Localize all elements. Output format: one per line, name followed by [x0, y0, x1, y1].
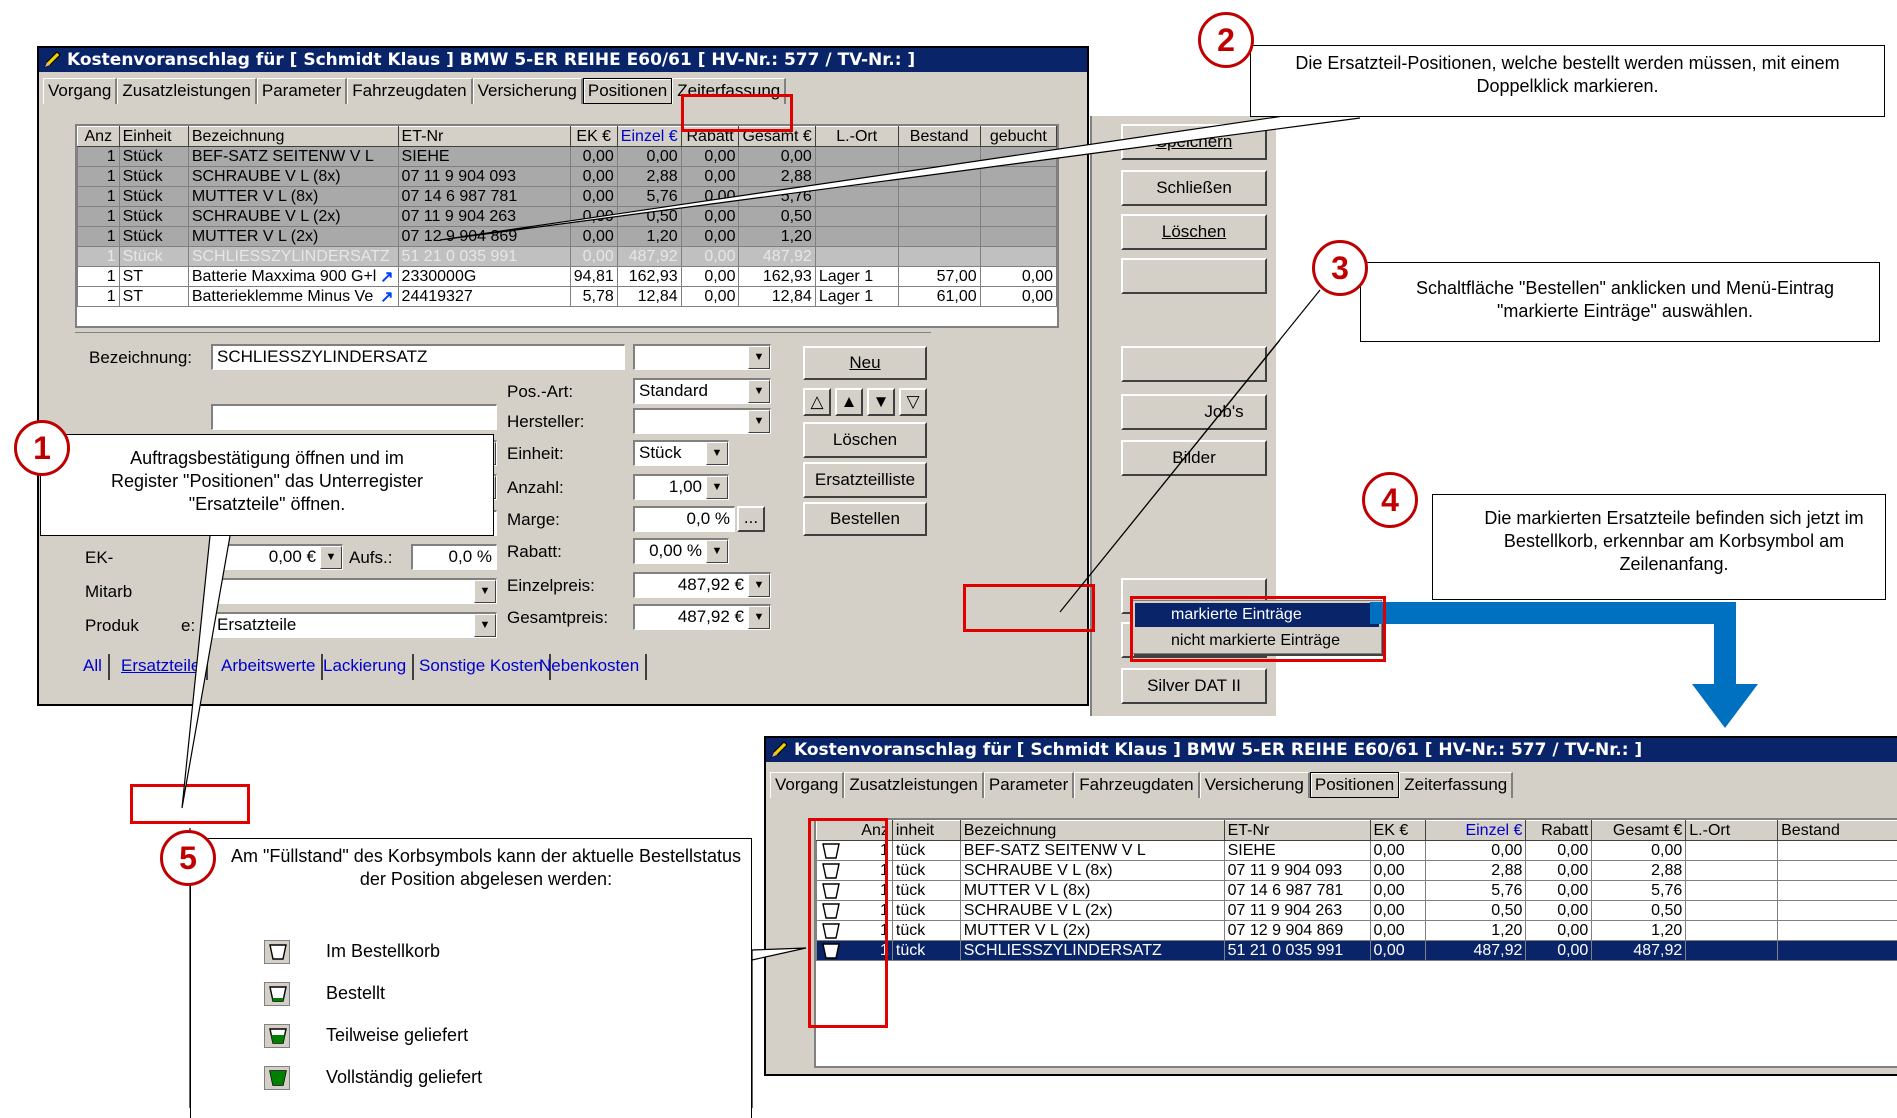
callout-2-text: Die Ersatzteil-Positionen, welche bestel… [1250, 45, 1885, 117]
legend-item: Teilweise geliefert [264, 1024, 684, 1054]
callout-1-number: 1 [14, 420, 70, 476]
callout-5-paragraph: Am "Füllstand" des Korbsymbols kann der … [226, 845, 746, 891]
callout-4-number: 4 [1362, 472, 1418, 528]
cart-status-icon [264, 1024, 290, 1048]
callout-1-text: Auftragsbestätigung öffnen und im Regist… [40, 434, 494, 536]
legend: Im Bestellkorb Bestellt Teilweise geliefer… [264, 940, 684, 1100]
legend-item: Im Bestellkorb [264, 940, 684, 970]
legend-label: Teilweise geliefert [326, 1025, 468, 1046]
cart-status-icon [264, 940, 290, 964]
legend-label: Im Bestellkorb [326, 941, 440, 962]
callout-3-number: 3 [1312, 240, 1368, 296]
legend-label: Vollständig geliefert [326, 1067, 482, 1088]
cart-status-icon [264, 982, 290, 1006]
callout-4-text: Die markierten Ersatzteile befinden sich… [1432, 494, 1886, 600]
legend-item: Bestellt [264, 982, 684, 1012]
legend-label: Bestellt [326, 983, 385, 1004]
callout-3-text: Schaltfläche "Bestellen" anklicken und M… [1360, 262, 1880, 342]
callout-2-number: 2 [1198, 12, 1254, 68]
callout-5-number: 5 [160, 830, 216, 886]
cart-status-icon [264, 1066, 290, 1090]
legend-item: Vollständig geliefert [264, 1066, 684, 1096]
